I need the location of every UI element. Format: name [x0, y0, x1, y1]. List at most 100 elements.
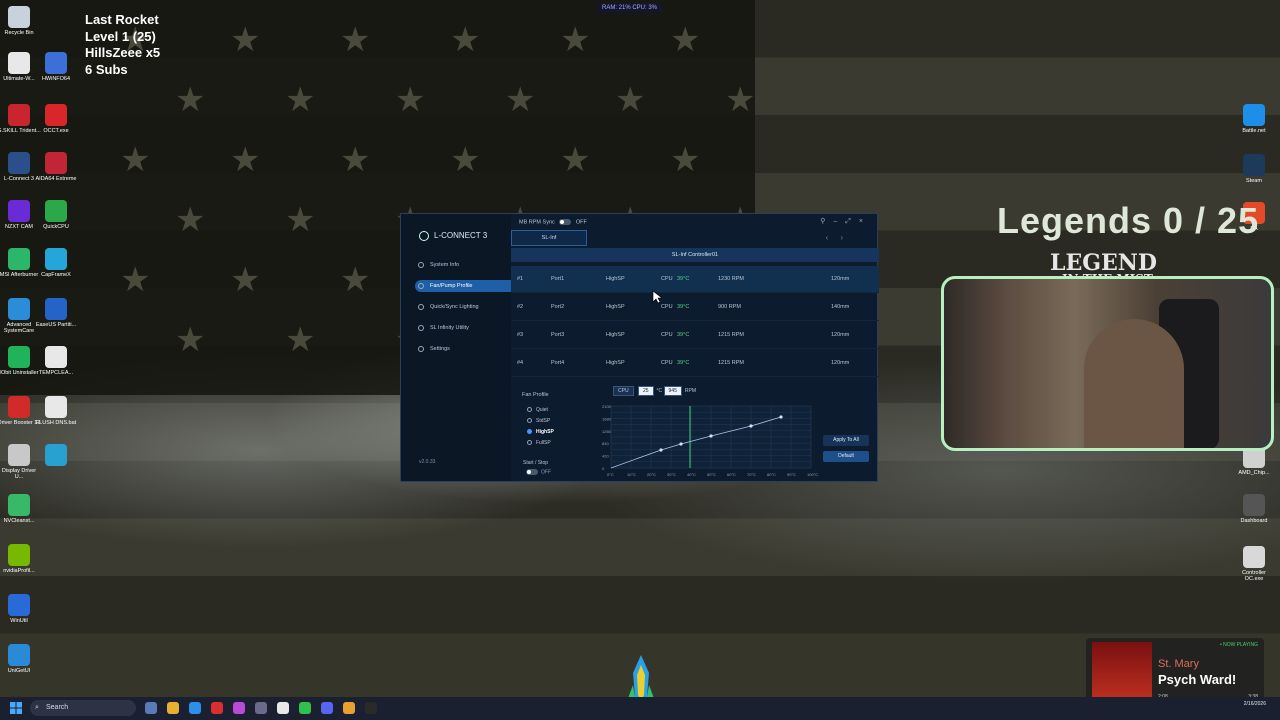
minimize-icon[interactable]: –	[833, 218, 845, 225]
taskbar-app-icon[interactable]	[299, 702, 311, 714]
flag-star: ★	[285, 201, 316, 239]
desktop-icon-label: HWiNFO64	[41, 76, 71, 82]
row-size[interactable]: 140mm	[831, 304, 849, 310]
desktop-icon-left-2[interactable]: HWiNFO64	[34, 52, 78, 82]
app-version: v2.0.33	[419, 459, 436, 465]
fan-profile-option[interactable]: StdSP	[527, 418, 550, 424]
desktop-icon-left-6[interactable]: AIDA64 Extreme	[34, 152, 78, 182]
taskbar-app-icon[interactable]	[343, 702, 355, 714]
flag-star: ★	[560, 21, 591, 59]
pin-icon[interactable]: ⚲	[820, 218, 833, 225]
start-stop-toggle[interactable]	[526, 469, 538, 475]
maximize-icon[interactable]: ⤢	[845, 218, 859, 225]
nav-settings[interactable]: Settings	[415, 343, 511, 355]
fan-profile-title: Fan Profile	[522, 392, 549, 398]
fan-profile-option[interactable]: FullSP	[527, 440, 551, 446]
desktop-icon-label: AMD_Chip...	[1238, 470, 1270, 476]
port-row[interactable]: #1 Port1 HighSP CPU 1230 RPM 120mm 39°C	[511, 266, 879, 293]
nav-system-info[interactable]: System Info	[415, 259, 511, 271]
chevron-right-icon[interactable]: ›	[840, 233, 855, 242]
start-stop-label: Start / Stop	[523, 460, 549, 466]
taskbar-app-icon[interactable]	[233, 702, 245, 714]
taskbar-app-icon[interactable]	[145, 702, 157, 714]
taskbar-app-icon[interactable]	[365, 702, 377, 714]
app-icon	[45, 346, 67, 368]
fan-profile-option[interactable]: HighSP	[527, 429, 554, 435]
desktop-icon-left-16[interactable]: FLUSH DNS.bat	[34, 396, 78, 426]
taskbar-app-icon[interactable]	[189, 702, 201, 714]
close-icon[interactable]: ×	[859, 218, 871, 225]
controller-header: SL-Inf Controller01	[511, 248, 879, 262]
taskbar-search[interactable]: ⌕ Search	[30, 700, 136, 716]
taskbar-app-icon[interactable]	[321, 702, 333, 714]
alert-line-1: Last Rocket	[85, 12, 159, 27]
temp-input[interactable]: 25	[637, 386, 654, 396]
desktop-icon-left-4[interactable]: OCCT.exe	[34, 104, 78, 134]
curve-point[interactable]	[659, 448, 663, 452]
desktop-icon-left-14[interactable]: TEMPCLEA...	[34, 346, 78, 376]
y-tick-label: 840	[602, 441, 609, 446]
default-button[interactable]: Default	[823, 451, 869, 462]
taskbar-app-icon[interactable]	[255, 702, 267, 714]
clock-date: 2/16/2026	[1243, 701, 1266, 707]
temp-unit: °C	[656, 388, 663, 394]
row-port: Port2	[551, 304, 565, 310]
desktop-icon-left-22[interactable]: UniGetUI	[0, 644, 41, 674]
curve-point[interactable]	[709, 434, 713, 438]
row-size[interactable]: 120mm	[831, 332, 849, 338]
lconnect-logo-icon	[419, 231, 429, 241]
desktop-icon-right-0[interactable]: Battle.net	[1232, 104, 1276, 134]
taskbar-app-icon[interactable]	[211, 702, 223, 714]
desktop-icon-right-4[interactable]: Dashboard	[1232, 494, 1276, 524]
nav-quick-sync-lighting[interactable]: Quick/Sync Lighting	[415, 301, 511, 313]
chevron-left-icon[interactable]: ‹	[826, 233, 841, 242]
desktop-icon-left-0[interactable]: Recycle Bin	[0, 6, 41, 36]
row-temp: 39°C	[677, 276, 690, 282]
flag-star: ★	[670, 21, 701, 59]
desktop-icon-left-21[interactable]: WinUtil	[0, 594, 41, 624]
curve-point[interactable]	[779, 415, 783, 419]
flag-star: ★	[670, 141, 701, 179]
port-row[interactable]: #4 Port4 HighSP CPU 1215 RPM 120mm 39°C	[511, 350, 879, 377]
stream-alert-box: Last Rocket Level 1 (25) HillsZeee x5 6 …	[85, 12, 160, 78]
desktop-icon-left-10[interactable]: CapFrameX	[34, 248, 78, 278]
source-select[interactable]: CPU	[613, 386, 634, 396]
desktop-icon-left-19[interactable]: NVCleanst...	[0, 494, 41, 524]
desktop-icon-left-8[interactable]: QuickCPU	[34, 200, 78, 230]
desktop-icon-label: OCCT.exe	[43, 128, 69, 134]
curve-point[interactable]	[679, 442, 683, 446]
rpm-input[interactable]: 945	[663, 386, 682, 396]
app-icon	[8, 248, 30, 270]
x-tick-label: 30°C	[667, 472, 676, 477]
app-icon	[8, 644, 30, 666]
port-row[interactable]: #3 Port3 HighSP CPU 1215 RPM 120mm 39°C	[511, 322, 879, 349]
desktop-icon-left-20[interactable]: nvidiaProfil...	[0, 544, 41, 574]
taskbar-app-icon[interactable]	[277, 702, 289, 714]
row-rpm: 1215 RPM	[718, 360, 744, 366]
windows-start-icon[interactable]	[10, 702, 22, 714]
row-rpm: 1215 RPM	[718, 332, 744, 338]
start-stop-state: OFF	[541, 469, 551, 476]
app-icon	[45, 248, 67, 270]
nav-sl-infinity-utility[interactable]: SL Infinity Utility	[415, 322, 511, 334]
desktop-icon-right-5[interactable]: Controller OC.exe	[1232, 546, 1276, 582]
taskbar-app-icon[interactable]	[167, 702, 179, 714]
fan-profile-option[interactable]: Quiet	[527, 407, 548, 413]
app-icon	[45, 104, 67, 126]
port-row[interactable]: #2 Port2 HighSP CPU 900 RPM 140mm 39°C	[511, 294, 879, 321]
nav-fan-pump-profile[interactable]: Fan/Pump Profile	[415, 280, 511, 292]
flag-star: ★	[230, 261, 261, 299]
desktop-icon-left-12[interactable]: EaseUS Partiti...	[34, 298, 78, 328]
row-source: CPU	[661, 360, 673, 366]
desktop-icon-left-18[interactable]	[34, 444, 78, 468]
curve-point[interactable]	[749, 424, 753, 428]
tab-sl-inf[interactable]: SL-Inf	[511, 230, 587, 246]
fan-curve-chart[interactable]: 2100 1680 1260 840 420 0 0°C 10°C 20°C 30°C 40°C 5…	[601, 398, 823, 480]
y-tick-label: 0	[602, 466, 605, 471]
infinity-icon	[418, 325, 424, 331]
desktop-icon-right-1[interactable]: Steam	[1232, 154, 1276, 184]
row-size[interactable]: 120mm	[831, 360, 849, 366]
row-size[interactable]: 120mm	[831, 276, 849, 282]
apply-to-all-button[interactable]: Apply To All	[823, 435, 869, 446]
mb-sync-toggle[interactable]	[559, 219, 572, 225]
